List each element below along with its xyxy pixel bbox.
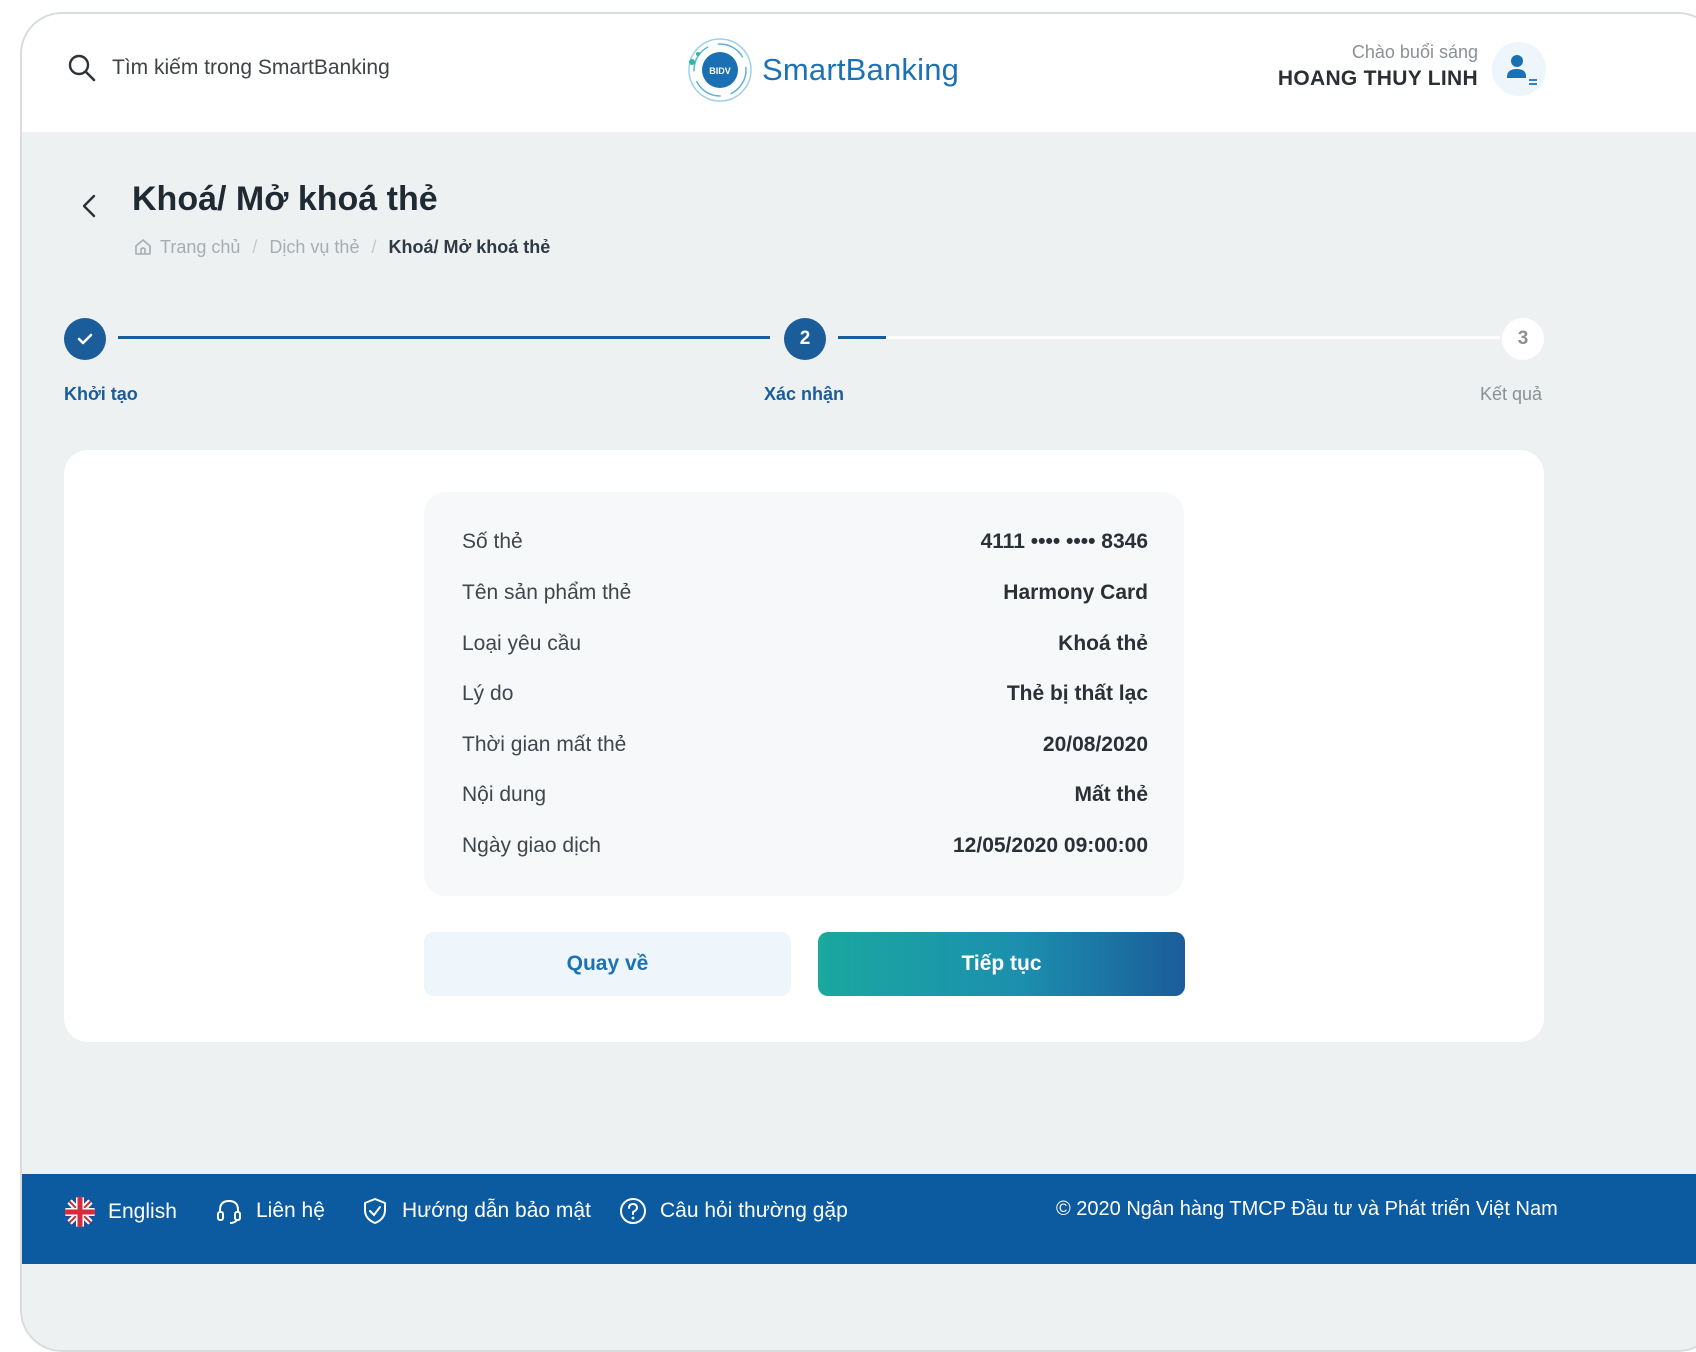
top-header: Tìm kiếm trong SmartBanking BIDV SmartBa… [22, 14, 1696, 132]
checkmark-icon [77, 333, 93, 345]
language-switch[interactable]: English [64, 1196, 177, 1228]
security-guide-label: Hướng dẫn bảo mật [402, 1199, 591, 1222]
detail-row: Thời gian mất thẻ 20/08/2020 [462, 733, 1148, 757]
detail-label: Lý do [462, 682, 514, 705]
brand-logo: BIDV SmartBanking [684, 34, 959, 106]
step-3-number: 3 [1517, 328, 1529, 349]
footer: English Liên hệ Hướng dẫn bảo mật Câu hỏ… [22, 1174, 1696, 1264]
step-3-label: Kết quả [1480, 384, 1543, 404]
step-line-complete [118, 336, 770, 339]
detail-label: Số thẻ [462, 530, 523, 553]
step-line-partial [838, 336, 886, 339]
contact-label: Liên hệ [256, 1199, 325, 1222]
user-menu-button[interactable] [1492, 42, 1546, 96]
detail-row: Số thẻ 4111 •••• •••• 8346 [462, 530, 1148, 554]
breadcrumb-current: Khoá/ Mở khoá thẻ [388, 236, 551, 257]
step-1-dot [64, 318, 106, 360]
detail-row: Tên sản phẩm thẻ Harmony Card [462, 581, 1148, 605]
breadcrumb-separator: / [371, 236, 377, 257]
page-title: Khoá/ Mở khoá thẻ [132, 180, 438, 218]
detail-value: Harmony Card [1003, 581, 1148, 604]
home-icon[interactable] [132, 236, 154, 258]
user-name: HOANG THUY LINH [1277, 67, 1478, 90]
faq-link[interactable]: Câu hỏi thường gặp [618, 1196, 848, 1226]
detail-row: Nội dung Mất thẻ [462, 783, 1148, 807]
breadcrumb-home[interactable]: Trang chủ [160, 237, 240, 258]
user-menu-icon [1507, 55, 1537, 85]
continue-button[interactable]: Tiếp tục [818, 932, 1185, 996]
step-line-pending [886, 336, 1500, 339]
headset-icon [217, 1199, 241, 1224]
detail-value: Thẻ bị thất lạc [1006, 682, 1148, 705]
brand-badge: BIDV [709, 66, 731, 76]
detail-label: Tên sản phẩm thẻ [462, 581, 632, 604]
search-input[interactable]: Tìm kiếm trong SmartBanking [112, 56, 390, 80]
breadcrumb: Trang chủ / Dịch vụ thẻ / Khoá/ Mở khoá … [132, 236, 550, 258]
detail-value: 4111 •••• •••• 8346 [980, 530, 1148, 553]
help-circle-icon [620, 1198, 646, 1224]
detail-value: 20/08/2020 [1042, 733, 1148, 756]
user-greeting: Chào buổi sáng HOANG THUY LINH [1278, 42, 1478, 91]
detail-value: Mất thẻ [1074, 783, 1149, 806]
breadcrumb-card-services[interactable]: Dịch vụ thẻ [269, 237, 359, 258]
bidv-logo-icon: BIDV [688, 38, 752, 102]
contact-link[interactable]: Liên hệ [214, 1196, 325, 1226]
details-panel: Số thẻ 4111 •••• •••• 8346 Tên sản phẩm … [424, 492, 1184, 896]
security-guide-link[interactable]: Hướng dẫn bảo mật [360, 1196, 591, 1226]
step-2-dot: 2 [784, 318, 826, 360]
step-2-label: Xác nhận [764, 384, 845, 404]
detail-label: Thời gian mất thẻ [462, 733, 627, 756]
detail-label: Ngày giao dịch [462, 834, 601, 857]
detail-label: Loại yêu cầu [462, 632, 582, 655]
app-frame: Tìm kiếm trong SmartBanking BIDV SmartBa… [20, 12, 1696, 1352]
detail-row: Loại yêu cầu Khoá thẻ [462, 632, 1148, 656]
breadcrumb-separator: / [252, 236, 258, 257]
step-1-label: Khởi tạo [64, 384, 138, 404]
detail-value: 12/05/2020 09:00:00 [953, 834, 1148, 857]
copyright-text: © 2020 Ngân hàng TMCP Đầu tư và Phát tri… [1056, 1198, 1558, 1220]
step-2-number: 2 [799, 328, 811, 349]
detail-value: Khoá thẻ [1058, 632, 1148, 655]
brand-name: SmartBanking [762, 52, 960, 87]
shield-icon [364, 1198, 386, 1224]
search-bar[interactable]: Tìm kiếm trong SmartBanking [66, 52, 390, 84]
language-label: English [108, 1200, 177, 1223]
step-3-dot: 3 [1502, 318, 1544, 360]
detail-label: Nội dung [462, 783, 547, 806]
uk-flag-icon [65, 1197, 95, 1227]
search-icon [68, 54, 96, 82]
greeting-text: Chào buổi sáng [1351, 42, 1478, 62]
detail-row: Lý do Thẻ bị thất lạc [462, 682, 1148, 706]
back-button[interactable]: Quay về [424, 932, 791, 996]
back-arrow-icon[interactable] [76, 186, 104, 226]
detail-row: Ngày giao dịch 12/05/2020 09:00:00 [462, 834, 1148, 858]
faq-label: Câu hỏi thường gặp [660, 1199, 848, 1222]
